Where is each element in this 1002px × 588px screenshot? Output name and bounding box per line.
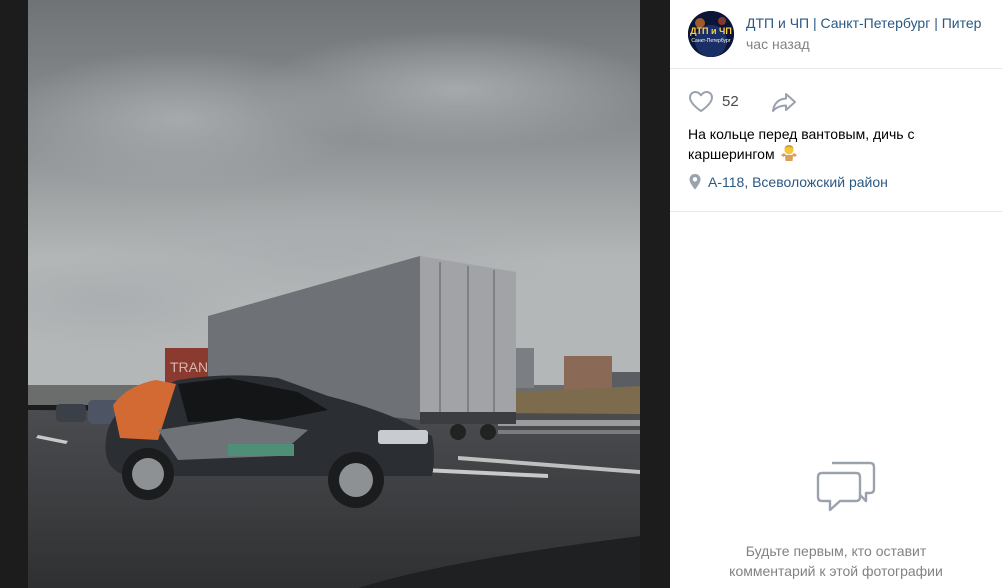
like-count: 52	[722, 93, 739, 110]
location-pin-icon	[689, 174, 701, 190]
avatar-title: ДТП и ЧП	[690, 26, 732, 36]
comments-empty-line-2: комментарий к этой фотографии	[729, 563, 943, 579]
post-photo[interactable]: TRAN	[28, 0, 640, 588]
photo-scene: TRAN	[28, 0, 640, 588]
divider	[670, 211, 1002, 212]
share-arrow-icon	[772, 93, 796, 112]
share-button[interactable]	[770, 90, 798, 114]
speech-bubbles-icon	[816, 461, 876, 512]
woman-shrugging-emoji	[781, 145, 798, 161]
like-button[interactable]: 52	[688, 90, 758, 114]
avatar-subtitle: Санкт-Петербург	[691, 38, 730, 44]
heart-icon	[689, 91, 713, 112]
location-link[interactable]: А-118, Всеволожский район	[688, 172, 988, 192]
post-caption-text: На кольце перед вантовым, дичь с каршери…	[688, 126, 915, 162]
post-time[interactable]: час назад	[746, 36, 810, 52]
location-label: А-118, Всеволожский район	[708, 174, 888, 190]
photo-viewer: TRAN	[0, 0, 670, 588]
avatar-image: ДТП и ЧП Санкт-Петербург	[688, 11, 734, 57]
post-caption: На кольце перед вантовым, дичь с каршери…	[688, 124, 988, 164]
avatar[interactable]: ДТП и ЧП Санкт-Петербург	[688, 11, 734, 57]
post-side-panel: ДТП и ЧП Санкт-Петербург ДТП и ЧП | Санк…	[670, 0, 1002, 588]
truck-text: TRAN	[170, 359, 208, 375]
author-name-link[interactable]: ДТП и ЧП | Санкт-Петербург | Питер	[746, 15, 996, 31]
post-actions: 52	[688, 90, 988, 114]
comments-empty-text: Будьте первым, кто оставит комментарий к…	[700, 541, 972, 581]
post-author-header: ДТП и ЧП Санкт-Петербург ДТП и ЧП | Санк…	[670, 0, 1002, 69]
comments-empty-line-1: Будьте первым, кто оставит	[745, 543, 927, 559]
